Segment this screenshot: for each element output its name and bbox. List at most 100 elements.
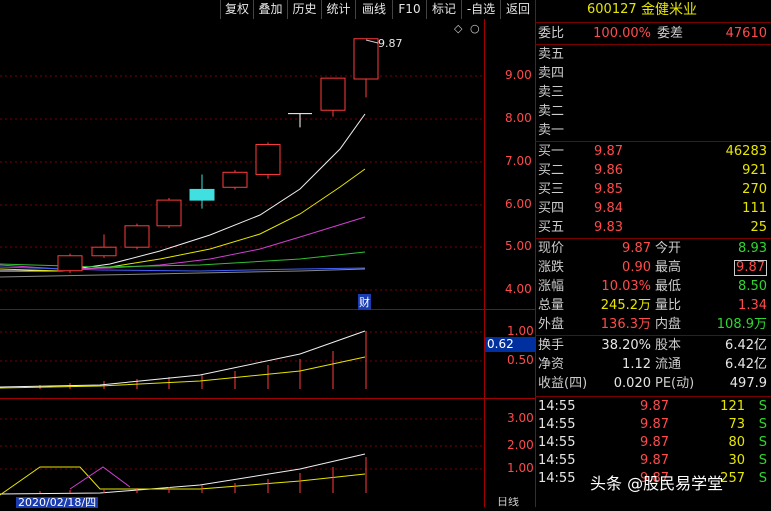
volume-axis-label: 0.50: [507, 353, 534, 367]
chart-toolbar: 复权 叠加 历史 统计 画线 F10 标记 -自选 返回: [0, 0, 535, 19]
ma-line-magenta: [0, 216, 366, 270]
draw-line-button[interactable]: 画线: [355, 0, 392, 19]
buy-label: 买四: [538, 201, 565, 216]
diamond-icon[interactable]: ◇: [454, 22, 462, 35]
stat-value: 245.2万: [600, 298, 651, 313]
tick-time: 14:55: [538, 435, 576, 450]
stat-label: 今开: [655, 241, 682, 256]
buy-label: 买五: [538, 220, 565, 235]
weibi-label: 委比: [538, 26, 565, 41]
watermark-text: 头条 @股民易学堂: [590, 474, 724, 493]
buy-label: 买三: [538, 182, 565, 197]
price-axis-label: 9.00: [505, 68, 532, 82]
buy-price: 9.83: [594, 220, 623, 235]
statistics-button[interactable]: 统计: [321, 0, 355, 19]
kline-chart[interactable]: [0, 19, 535, 507]
stat-label: 外盘: [538, 317, 565, 332]
stat-label: 涨跌: [538, 260, 565, 275]
indicator-axis-label: 2.00: [507, 438, 534, 452]
stock-name: 金健米业: [641, 2, 697, 18]
volume-ma-white: [0, 330, 366, 388]
stock-header: 600127 金健米业: [535, 1, 771, 19]
sell-row: 卖五: [535, 46, 771, 64]
stat-label: 涨幅: [538, 279, 565, 294]
mark-button[interactable]: 标记: [426, 0, 461, 19]
tick-row: 14:55 9.87 121 S: [535, 398, 771, 416]
candle-body: [353, 38, 379, 80]
circle-icon[interactable]: ○: [470, 22, 480, 35]
history-button[interactable]: 历史: [287, 0, 321, 19]
buy-price: 9.86: [594, 163, 623, 178]
stat-row: 总量 245.2万 量比 1.34: [535, 297, 771, 315]
buy-volume: 921: [742, 163, 767, 178]
indicator-axis-label: 3.00: [507, 411, 534, 425]
fund-value: 0.020: [613, 376, 651, 391]
buy-row: 买四 9.84 111: [535, 200, 771, 218]
price-axis-label: 6.00: [505, 197, 532, 211]
tick-price: 9.87: [640, 453, 669, 468]
back-button[interactable]: 返回: [500, 0, 535, 19]
fund-row: 换手 38.20% 股本 6.42亿: [535, 337, 771, 355]
fund-label: 流通: [655, 357, 682, 372]
indicator-axis-label: 1.00: [507, 461, 534, 475]
period-label[interactable]: 日线: [497, 497, 519, 507]
finance-badge[interactable]: 财: [358, 294, 371, 310]
candle-body: [57, 255, 83, 272]
tick-volume: 121: [720, 399, 745, 414]
stat-label: 总量: [538, 298, 565, 313]
price-axis-label: 8.00: [505, 111, 532, 125]
f10-button[interactable]: F10: [392, 0, 426, 19]
volume-current-value: 0.62: [485, 337, 535, 352]
tick-volume: 73: [728, 417, 745, 432]
quote-panel: 600127 金健米业 委比 100.00% 委差 47610 卖五 卖四 卖三…: [535, 0, 771, 507]
tick-flag: S: [758, 435, 767, 450]
overlay-button[interactable]: 叠加: [253, 0, 287, 19]
tick-price: 9.87: [640, 417, 669, 432]
tick-price: 9.87: [640, 399, 669, 414]
weibi-value: 100.00%: [593, 26, 651, 41]
buy-price: 9.84: [594, 201, 623, 216]
tick-time: 14:55: [538, 417, 576, 432]
tick-time: 14:55: [538, 399, 576, 414]
candle-body: [222, 171, 248, 188]
fund-row: 净资 1.12 流通 6.42亿: [535, 356, 771, 374]
sell-label: 卖二: [538, 104, 565, 119]
tick-row: 14:55 9.87 73 S: [535, 416, 771, 434]
stat-label: 量比: [655, 298, 682, 313]
weibi-row: 委比 100.00% 委差 47610: [535, 25, 771, 43]
buy-price: 9.87: [594, 144, 623, 159]
fund-label: 净资: [538, 357, 565, 372]
add-watchlist-button[interactable]: -自选: [461, 0, 500, 19]
indicator-line-white: [0, 453, 366, 495]
buy-row: 买二 9.86 921: [535, 162, 771, 180]
sell-label: 卖一: [538, 123, 565, 138]
indicator-line-magenta: [69, 466, 131, 490]
tick-flag: S: [758, 471, 767, 486]
ma-line-yellow: [0, 168, 366, 272]
fuquan-button[interactable]: 复权: [220, 0, 253, 19]
fund-label: 收益(四): [538, 376, 588, 391]
stat-label: 最高: [655, 260, 682, 275]
stat-value: 8.93: [738, 241, 767, 256]
stat-row: 涨幅 10.03% 最低 8.50: [535, 278, 771, 296]
fund-value: 1.12: [622, 357, 651, 372]
sell-row: 卖四: [535, 65, 771, 83]
sell-row: 卖一: [535, 122, 771, 140]
tick-price: 9.87: [640, 435, 669, 450]
fund-value: 38.20%: [601, 338, 651, 353]
fund-value: 6.42亿: [725, 338, 767, 353]
buy-row: 买一 9.87 46283: [535, 143, 771, 161]
candle-body: [320, 77, 346, 111]
sell-label: 卖三: [538, 85, 565, 100]
tick-volume: 80: [728, 435, 745, 450]
sell-label: 卖四: [538, 66, 565, 81]
stat-label: 现价: [538, 241, 565, 256]
candle-body: [124, 225, 150, 248]
weicha-label: 委差: [657, 26, 684, 41]
fund-value: 6.42亿: [725, 357, 767, 372]
volume-ma-yellow: [0, 356, 366, 389]
sell-row: 卖二: [535, 103, 771, 121]
indicator-line-yellow: [0, 466, 366, 496]
kline-chart-area[interactable]: 9.87 ◇ ○ 财 9.00 8.00 7.00 6.00 5.00 4.00…: [0, 19, 535, 508]
stat-row: 现价 9.87 今开 8.93: [535, 240, 771, 258]
